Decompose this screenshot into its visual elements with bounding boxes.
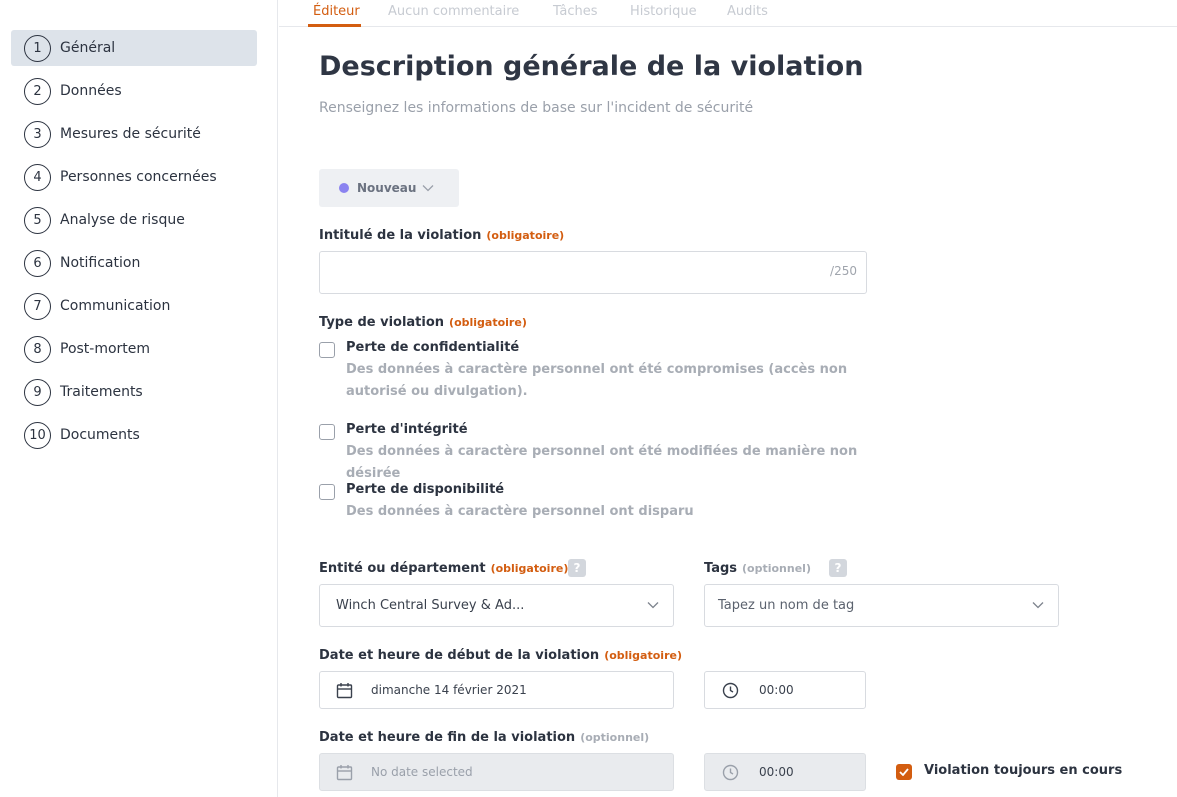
sidebar-item-communication[interactable]: 7 Communication (11, 288, 257, 324)
end-date-value: No date selected (371, 765, 473, 779)
field-label: Entité ou département (319, 561, 486, 576)
chevron-down-icon (647, 602, 659, 609)
page-title: Description générale de la violation (319, 51, 864, 82)
sidebar-item-post-mortem[interactable]: 8 Post-mortem (11, 331, 257, 367)
clock-icon (722, 764, 739, 780)
start-time-value: 00:00 (759, 683, 794, 697)
step-number: 1 (24, 34, 51, 62)
tab-bar: Éditeur Aucun commentaire Tâches Histori… (279, 0, 1177, 27)
active-tab-indicator (308, 24, 361, 27)
confidentiality-checkbox[interactable] (319, 342, 335, 358)
status-dropdown[interactable]: Nouveau (319, 169, 459, 207)
step-number: 3 (24, 120, 51, 148)
sidebar-item-mesures-securite[interactable]: 3 Mesures de sécurité (11, 116, 257, 152)
sidebar-item-documents[interactable]: 10 Documents (11, 417, 257, 453)
sidebar-item-label: Communication (60, 298, 171, 314)
optional-tag: (optionnel) (580, 731, 650, 744)
sidebar-item-label: Analyse de risque (60, 212, 185, 228)
step-number: 7 (24, 292, 51, 320)
tab-editeur[interactable]: Éditeur (313, 4, 360, 19)
tags-help-icon[interactable]: ? (829, 559, 847, 577)
sidebar-item-analyse-risque[interactable]: 5 Analyse de risque (11, 202, 257, 238)
ongoing-checkbox[interactable] (896, 764, 912, 780)
end-date-label: Date et heure de fin de la violation (opt… (319, 730, 649, 745)
chevron-down-icon (1032, 602, 1044, 609)
entity-value: Winch Central Survey & Ad... (336, 598, 525, 613)
sidebar-item-label: Post-mortem (60, 341, 151, 357)
ongoing-label: Violation toujours en cours (924, 763, 1123, 778)
chevron-down-icon (422, 185, 434, 192)
field-label: Intitulé de la violation (319, 228, 482, 243)
sidebar-item-label: Traitements (60, 384, 143, 400)
field-label: Date et heure de fin de la violation (319, 730, 576, 745)
page-subtitle: Renseignez les informations de base sur … (319, 100, 754, 116)
sidebar-item-traitements[interactable]: 9 Traitements (11, 374, 257, 410)
required-tag: (obligatoire) (449, 316, 527, 329)
start-date-label: Date et heure de début de la violation (o… (319, 648, 682, 663)
entity-help-icon[interactable]: ? (568, 559, 586, 577)
sidebar-item-label: Données (60, 83, 122, 99)
end-time-picker: 00:00 (704, 753, 866, 791)
step-number: 5 (24, 206, 51, 234)
end-time-value: 00:00 (759, 765, 794, 779)
tab-taches[interactable]: Tâches (553, 4, 598, 19)
sidebar-item-general[interactable]: 1 Général (11, 30, 257, 66)
status-label: Nouveau (357, 181, 417, 195)
end-date-picker: No date selected (319, 753, 674, 791)
status-dot-icon (339, 183, 349, 193)
required-tag: (obligatoire) (604, 649, 682, 662)
calendar-icon (336, 682, 353, 698)
field-label: Tags (704, 561, 738, 576)
sidebar-item-label: Documents (60, 427, 140, 443)
sidebar-item-personnes-concernees[interactable]: 4 Personnes concernées (11, 159, 257, 195)
step-number: 8 (24, 335, 51, 363)
tags-placeholder: Tapez un nom de tag (718, 598, 855, 613)
step-number: 6 (24, 249, 51, 277)
field-label: Date et heure de début de la violation (319, 648, 600, 663)
tab-commentaires[interactable]: Aucun commentaire (388, 4, 519, 19)
step-number: 10 (24, 421, 51, 449)
required-tag: (obligatoire) (490, 562, 569, 575)
step-number: 9 (24, 378, 51, 406)
start-date-picker[interactable]: dimanche 14 février 2021 (319, 671, 674, 709)
sidebar-item-label: Mesures de sécurité (60, 126, 201, 142)
char-counter: /250 (830, 264, 857, 278)
optional-tag: (optionnel) (742, 562, 811, 575)
tags-label: Tags (optionnel) (704, 561, 811, 576)
breach-title-input[interactable]: /250 (319, 251, 867, 294)
breach-type-label: Type de violation (obligatoire) (319, 315, 527, 330)
sidebar-item-label: Personnes concernées (60, 169, 217, 185)
breach-title-label: Intitulé de la violation (obligatoire) (319, 228, 564, 243)
start-time-picker[interactable]: 00:00 (704, 671, 866, 709)
step-number: 2 (24, 77, 51, 105)
start-date-value: dimanche 14 février 2021 (371, 683, 527, 697)
tags-select[interactable]: Tapez un nom de tag (704, 584, 1059, 627)
availability-description: Des données à caractère personnel ont di… (346, 504, 694, 519)
entity-label: Entité ou département (obligatoire) (319, 561, 568, 576)
confidentiality-description: Des données à caractère personnel ont ét… (346, 362, 848, 399)
required-tag: (obligatoire) (486, 229, 565, 242)
step-sidebar: 1 Général 2 Données 3 Mesures de sécurit… (0, 0, 278, 797)
sidebar-item-notification[interactable]: 6 Notification (11, 245, 257, 281)
confidentiality-title: Perte de confidentialité (346, 340, 520, 355)
tab-audits[interactable]: Audits (727, 4, 768, 19)
sidebar-item-donnees[interactable]: 2 Données (11, 73, 257, 109)
tab-historique[interactable]: Historique (630, 4, 697, 19)
entity-select[interactable]: Winch Central Survey & Ad... (319, 584, 674, 627)
sidebar-item-label: Général (60, 40, 116, 56)
clock-icon (722, 682, 739, 698)
step-number: 4 (24, 163, 51, 191)
calendar-icon (336, 764, 353, 780)
availability-checkbox[interactable] (319, 484, 335, 500)
integrity-title: Perte d'intégrité (346, 422, 468, 437)
sidebar-item-label: Notification (60, 255, 141, 271)
integrity-description: Des données à caractère personnel ont ét… (346, 444, 858, 481)
availability-title: Perte de disponibilité (346, 482, 505, 497)
field-label: Type de violation (319, 315, 445, 330)
checkmark-icon (899, 768, 909, 776)
integrity-checkbox[interactable] (319, 424, 335, 440)
